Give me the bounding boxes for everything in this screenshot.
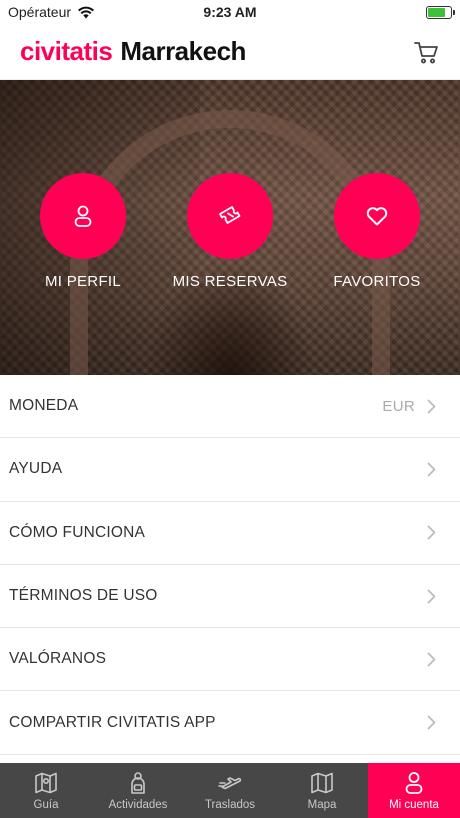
- chevron-right-icon: [427, 525, 436, 540]
- favorites-label: FAVORITOS: [333, 273, 421, 290]
- map-icon: [311, 772, 333, 794]
- menu-item-right: [427, 589, 436, 604]
- menu-item-label: COMPARTIR CIVITATIS APP: [9, 713, 216, 731]
- battery-level: [428, 7, 445, 17]
- menu-item-help[interactable]: AYUDA: [0, 438, 460, 502]
- ticket-icon: [219, 206, 241, 224]
- chevron-right-icon: [427, 715, 436, 730]
- favorites-button[interactable]: FAVORITOS: [306, 173, 448, 290]
- tab-my-account[interactable]: Mi cuenta: [368, 763, 460, 818]
- chevron-right-icon: [427, 589, 436, 603]
- favorites-circle[interactable]: [334, 173, 420, 259]
- tab-map[interactable]: Mapa: [276, 763, 368, 818]
- hero-banner: MI PERFIL MIS RESERVAS FAVORITOS: [0, 80, 460, 375]
- menu-item-right: [427, 462, 436, 477]
- menu-item-terms[interactable]: TÉRMINOS DE USO: [0, 565, 460, 629]
- menu-item-label: TÉRMINOS DE USO: [9, 587, 158, 605]
- my-bookings-label: MIS RESERVAS: [172, 273, 288, 290]
- my-bookings-button[interactable]: MIS RESERVAS: [159, 173, 301, 290]
- account-menu: MONEDA EUR AYUDA CÓMO FUNCIONA TÉRMINOS …: [0, 375, 460, 755]
- menu-item-label: CÓMO FUNCIONA: [9, 523, 146, 541]
- brand-title: civitatis Marrakech: [20, 36, 246, 67]
- currency-value: EUR: [382, 397, 415, 415]
- map-guide-icon: [35, 772, 57, 794]
- my-bookings-circle[interactable]: [187, 173, 273, 259]
- my-profile-button[interactable]: MI PERFIL: [12, 173, 154, 290]
- menu-item-rate-us[interactable]: VALÓRANOS: [0, 628, 460, 692]
- cart-button[interactable]: [412, 38, 440, 66]
- chevron-right-icon: [427, 462, 436, 477]
- carrier-group: Opérateur: [8, 4, 95, 20]
- user-icon: [74, 205, 92, 227]
- menu-item-label: AYUDA: [9, 460, 63, 478]
- status-bar: Opérateur 9:23 AM: [0, 0, 460, 24]
- tab-label: Actividades: [108, 799, 168, 811]
- activities-icon: [131, 772, 145, 794]
- tab-activities[interactable]: Actividades: [92, 763, 184, 818]
- menu-item-label: VALÓRANOS: [9, 650, 107, 668]
- app-header: civitatis Marrakech: [0, 24, 460, 80]
- menu-item-currency[interactable]: MONEDA EUR: [0, 375, 460, 439]
- transfer-icon: [218, 777, 242, 790]
- tab-label: Mapa: [307, 799, 337, 811]
- tab-transfers[interactable]: Traslados: [184, 763, 276, 818]
- tab-guide[interactable]: Guía: [0, 763, 92, 818]
- wifi-icon: [78, 6, 95, 18]
- city-name: Marrakech: [120, 36, 246, 66]
- tab-label: Mi cuenta: [389, 799, 439, 811]
- battery-icon: [426, 5, 455, 19]
- account-icon: [405, 772, 423, 794]
- my-profile-circle[interactable]: [40, 173, 126, 259]
- tab-bar: Guía Actividades Traslados Mapa Mi cuent…: [0, 763, 460, 818]
- menu-item-right: [427, 715, 436, 730]
- menu-item-right: EUR: [382, 398, 436, 415]
- tab-label: Traslados: [204, 799, 256, 811]
- tab-label: Guía: [33, 799, 59, 811]
- menu-item-right: [427, 525, 436, 540]
- menu-item-how-it-works[interactable]: CÓMO FUNCIONA: [0, 502, 460, 565]
- menu-item-share-app[interactable]: COMPARTIR CIVITATIS APP: [0, 691, 460, 755]
- brand-logo: civitatis: [20, 36, 113, 66]
- hero-actions: MI PERFIL MIS RESERVAS FAVORITOS: [0, 173, 460, 290]
- cart-icon: [414, 42, 438, 64]
- chevron-right-icon: [427, 652, 436, 667]
- chevron-right-icon: [427, 399, 436, 414]
- heart-icon: [366, 207, 388, 226]
- menu-item-right: [427, 652, 436, 667]
- carrier-label: Opérateur: [8, 4, 72, 20]
- my-profile-label: MI PERFIL: [44, 273, 122, 290]
- menu-item-label: MONEDA: [9, 397, 79, 415]
